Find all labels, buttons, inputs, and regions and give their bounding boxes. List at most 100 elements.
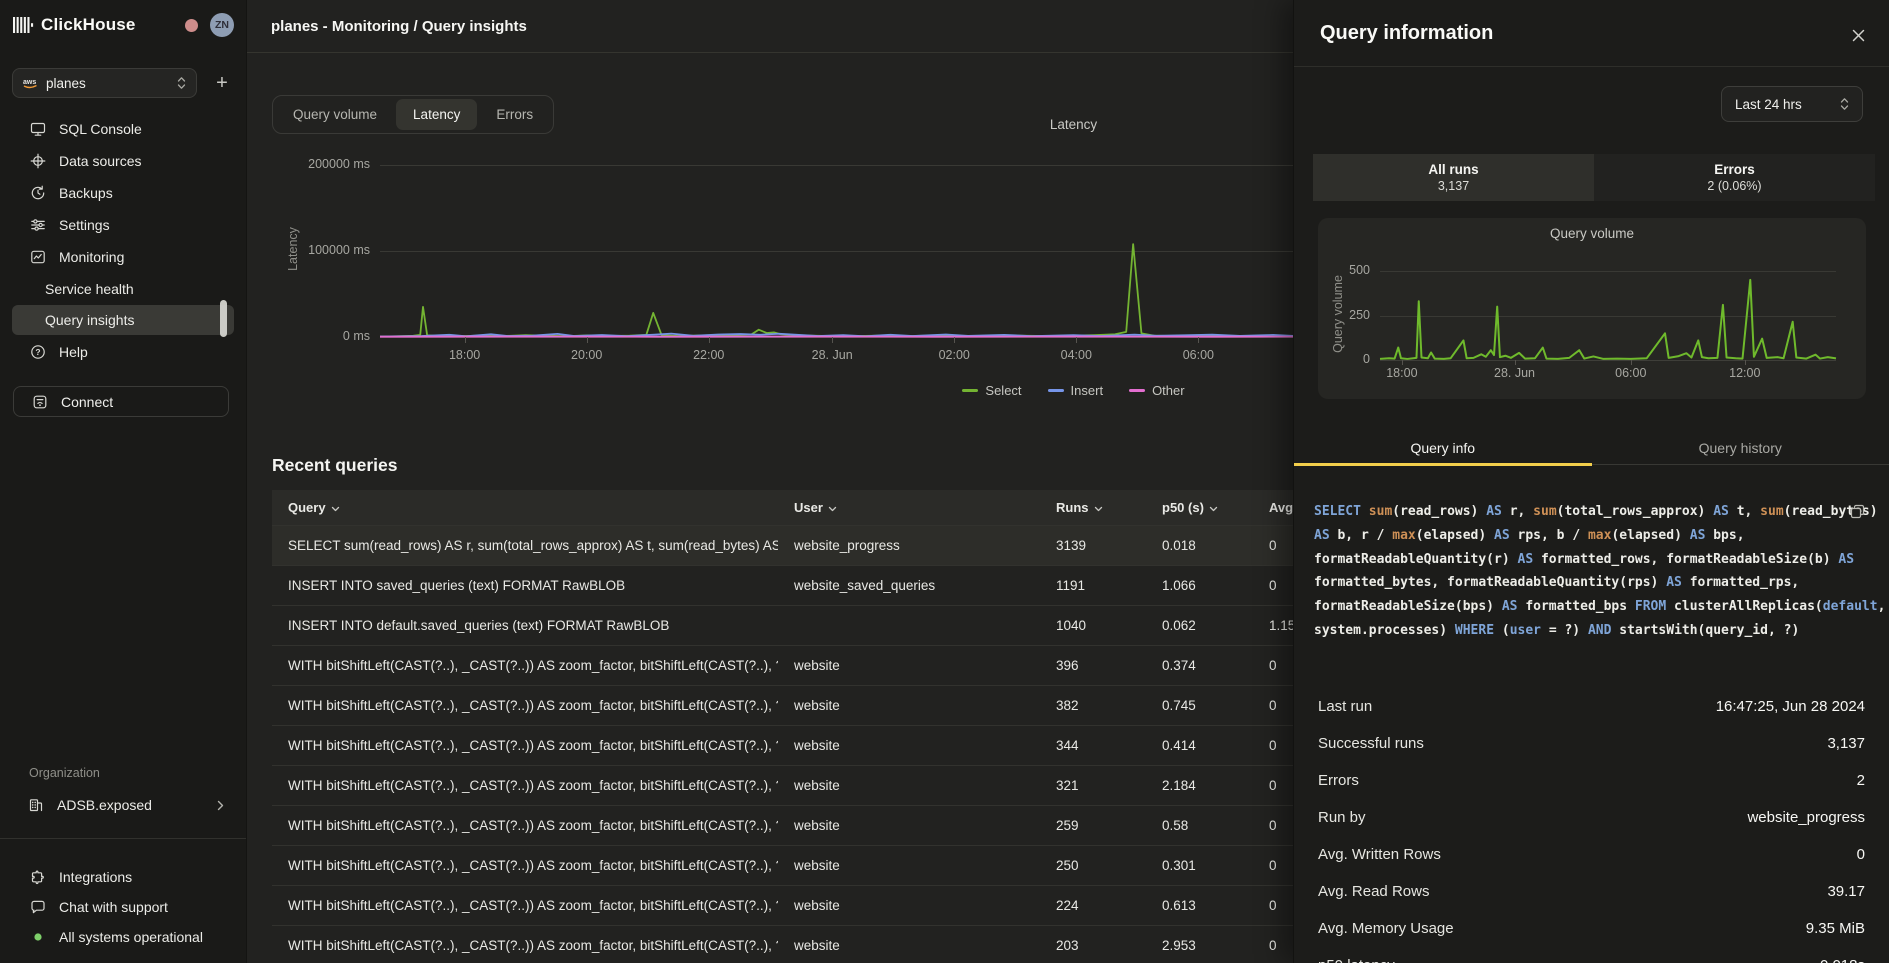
query-volume-chart[interactable]: Query volumeQuery volume025050018:0028. … [1318, 218, 1866, 399]
x-tick-mark [1402, 360, 1403, 365]
panel-tabs-active-indicator [1294, 463, 1592, 466]
item-integrations[interactable]: Integrations [12, 862, 234, 892]
avatar[interactable]: ZN [210, 13, 234, 37]
column-header-user[interactable]: User [778, 490, 1040, 525]
x-tick-label: 28. Jun [1465, 366, 1565, 380]
legend-swatch [1048, 389, 1064, 392]
item-help[interactable]: ? Help [12, 336, 234, 368]
legend-item-select[interactable]: Select [962, 383, 1021, 398]
detail-label: Avg. Written Rows [1318, 846, 1441, 863]
sidebar-footer: Integrations Chat with support All syste… [12, 862, 234, 952]
column-header-query[interactable]: Query [272, 490, 778, 525]
cell-user: website_saved_queries [778, 565, 1040, 605]
sql-console-icon [30, 121, 46, 137]
detail-value: 3,137 [1827, 735, 1865, 752]
brand-row: ClickHouse ZN [12, 12, 234, 38]
cell-p50: 0.301 [1146, 845, 1253, 885]
y-tick-label: 0 ms [250, 329, 370, 343]
cell-p50: 2.953 [1146, 925, 1253, 963]
cell-runs: 1191 [1040, 565, 1146, 605]
cell-runs: 1040 [1040, 605, 1146, 645]
cell-user: website_progress [778, 525, 1040, 565]
x-tick-label: 06:00 [1581, 366, 1681, 380]
sort-desc-icon [1094, 500, 1103, 515]
tab-query-history[interactable]: Query history [1592, 436, 1889, 464]
cell-runs: 344 [1040, 725, 1146, 765]
item-all-systems-operational[interactable]: All systems operational [12, 922, 234, 952]
item-settings[interactable]: Settings [12, 209, 234, 241]
chevron-updown-icon [177, 76, 186, 90]
y-tick-label: 100000 ms [250, 243, 370, 257]
close-icon[interactable] [1849, 26, 1867, 44]
service-selector[interactable]: aws planes [12, 68, 197, 98]
settings-icon [30, 217, 46, 233]
connect-label: Connect [61, 394, 113, 410]
cell-runs: 396 [1040, 645, 1146, 685]
chevron-updown-icon [1840, 97, 1849, 111]
item-service-health[interactable]: Service health [12, 274, 234, 304]
recent-queries-title: Recent queries [272, 455, 397, 476]
notification-dot[interactable] [185, 19, 198, 32]
organization-item[interactable]: ADSB.exposed [12, 791, 234, 819]
detail-label: Avg. Memory Usage [1318, 920, 1454, 937]
item-monitoring[interactable]: Monitoring [12, 241, 234, 273]
item-query-insights[interactable]: Query insights [12, 305, 234, 335]
detail-value: 0.018s [1820, 957, 1865, 963]
detail-value: website_progress [1747, 809, 1865, 826]
runs-errors-toggle: All runs 3,137 Errors 2 (0.06%) [1313, 154, 1875, 201]
cell-runs: 224 [1040, 885, 1146, 925]
column-header-runs[interactable]: Runs [1040, 490, 1146, 525]
monitoring-icon [30, 249, 46, 265]
service-name: planes [46, 76, 169, 91]
item-backups[interactable]: Backups [12, 177, 234, 209]
x-tick-mark [1076, 337, 1077, 343]
cell-user: website [778, 645, 1040, 685]
cell-query: WITH bitShiftLeft(CAST(?..), _CAST(?..))… [272, 925, 778, 963]
x-tick-mark [1745, 360, 1746, 365]
x-tick-mark [954, 337, 955, 343]
sidebar: ClickHouse ZN aws planes + SQL Console [0, 0, 247, 963]
legend-item-other[interactable]: Other [1129, 383, 1185, 398]
cell-runs: 203 [1040, 925, 1146, 963]
detail-value: 0 [1857, 846, 1865, 863]
column-header-p50-s[interactable]: p50 (s) [1146, 490, 1253, 525]
x-tick-label: 12:00 [1695, 366, 1795, 380]
sort-desc-icon [828, 500, 837, 515]
toggle-errors[interactable]: Errors 2 (0.06%) [1594, 154, 1875, 201]
footer-item-label: Integrations [59, 869, 132, 885]
cell-runs: 382 [1040, 685, 1146, 725]
chat-icon [30, 899, 46, 915]
item-sql-console[interactable]: SQL Console [12, 113, 234, 145]
toggle-all-runs[interactable]: All runs 3,137 [1313, 154, 1594, 201]
connect-button[interactable]: Connect [13, 386, 229, 417]
tab-query-info[interactable]: Query info [1294, 436, 1592, 464]
query-volume-card: Query volumeQuery volume025050018:0028. … [1318, 218, 1866, 399]
sidebar-scrollbar-thumb[interactable] [220, 300, 227, 337]
detail-row-avg-read-rows: Avg. Read Rows 39.17 [1318, 873, 1865, 910]
legend-item-insert[interactable]: Insert [1048, 383, 1104, 398]
y-tick-label: 500 [1250, 263, 1370, 277]
item-data-sources[interactable]: Data sources [12, 145, 234, 177]
series-query-volume [1380, 280, 1836, 359]
copy-icon[interactable] [1850, 504, 1865, 519]
detail-row-successful-runs: Successful runs 3,137 [1318, 725, 1865, 762]
sql-code-line: SELECT sum(read_rows) AS r, sum(total_ro… [1314, 500, 1870, 524]
detail-value: 9.35 MiB [1806, 920, 1865, 937]
y-tick-label: 0 [1250, 352, 1370, 366]
detail-row-p50-latency: p50 latency 0.018s [1318, 947, 1865, 963]
sort-desc-icon [331, 500, 340, 515]
time-range-select[interactable]: Last 24 hrs [1721, 86, 1863, 122]
cell-query: WITH bitShiftLeft(CAST(?..), _CAST(?..))… [272, 805, 778, 845]
detail-value: 16:47:25, Jun 28 2024 [1716, 698, 1865, 715]
cell-query: WITH bitShiftLeft(CAST(?..), _CAST(?..))… [272, 845, 778, 885]
puzzle-icon [30, 869, 46, 885]
sidebar-item-label: Backups [59, 185, 113, 201]
item-chat-with-support[interactable]: Chat with support [12, 892, 234, 922]
clickhouse-logo-icon[interactable] [12, 14, 34, 36]
chart-plot-area[interactable] [1380, 271, 1836, 360]
x-tick-label: 18:00 [415, 348, 515, 362]
cell-p50: 2.184 [1146, 765, 1253, 805]
cell-query: WITH bitShiftLeft(CAST(?..), _CAST(?..))… [272, 725, 778, 765]
add-service-button[interactable]: + [210, 71, 234, 95]
detail-label: Run by [1318, 809, 1366, 826]
